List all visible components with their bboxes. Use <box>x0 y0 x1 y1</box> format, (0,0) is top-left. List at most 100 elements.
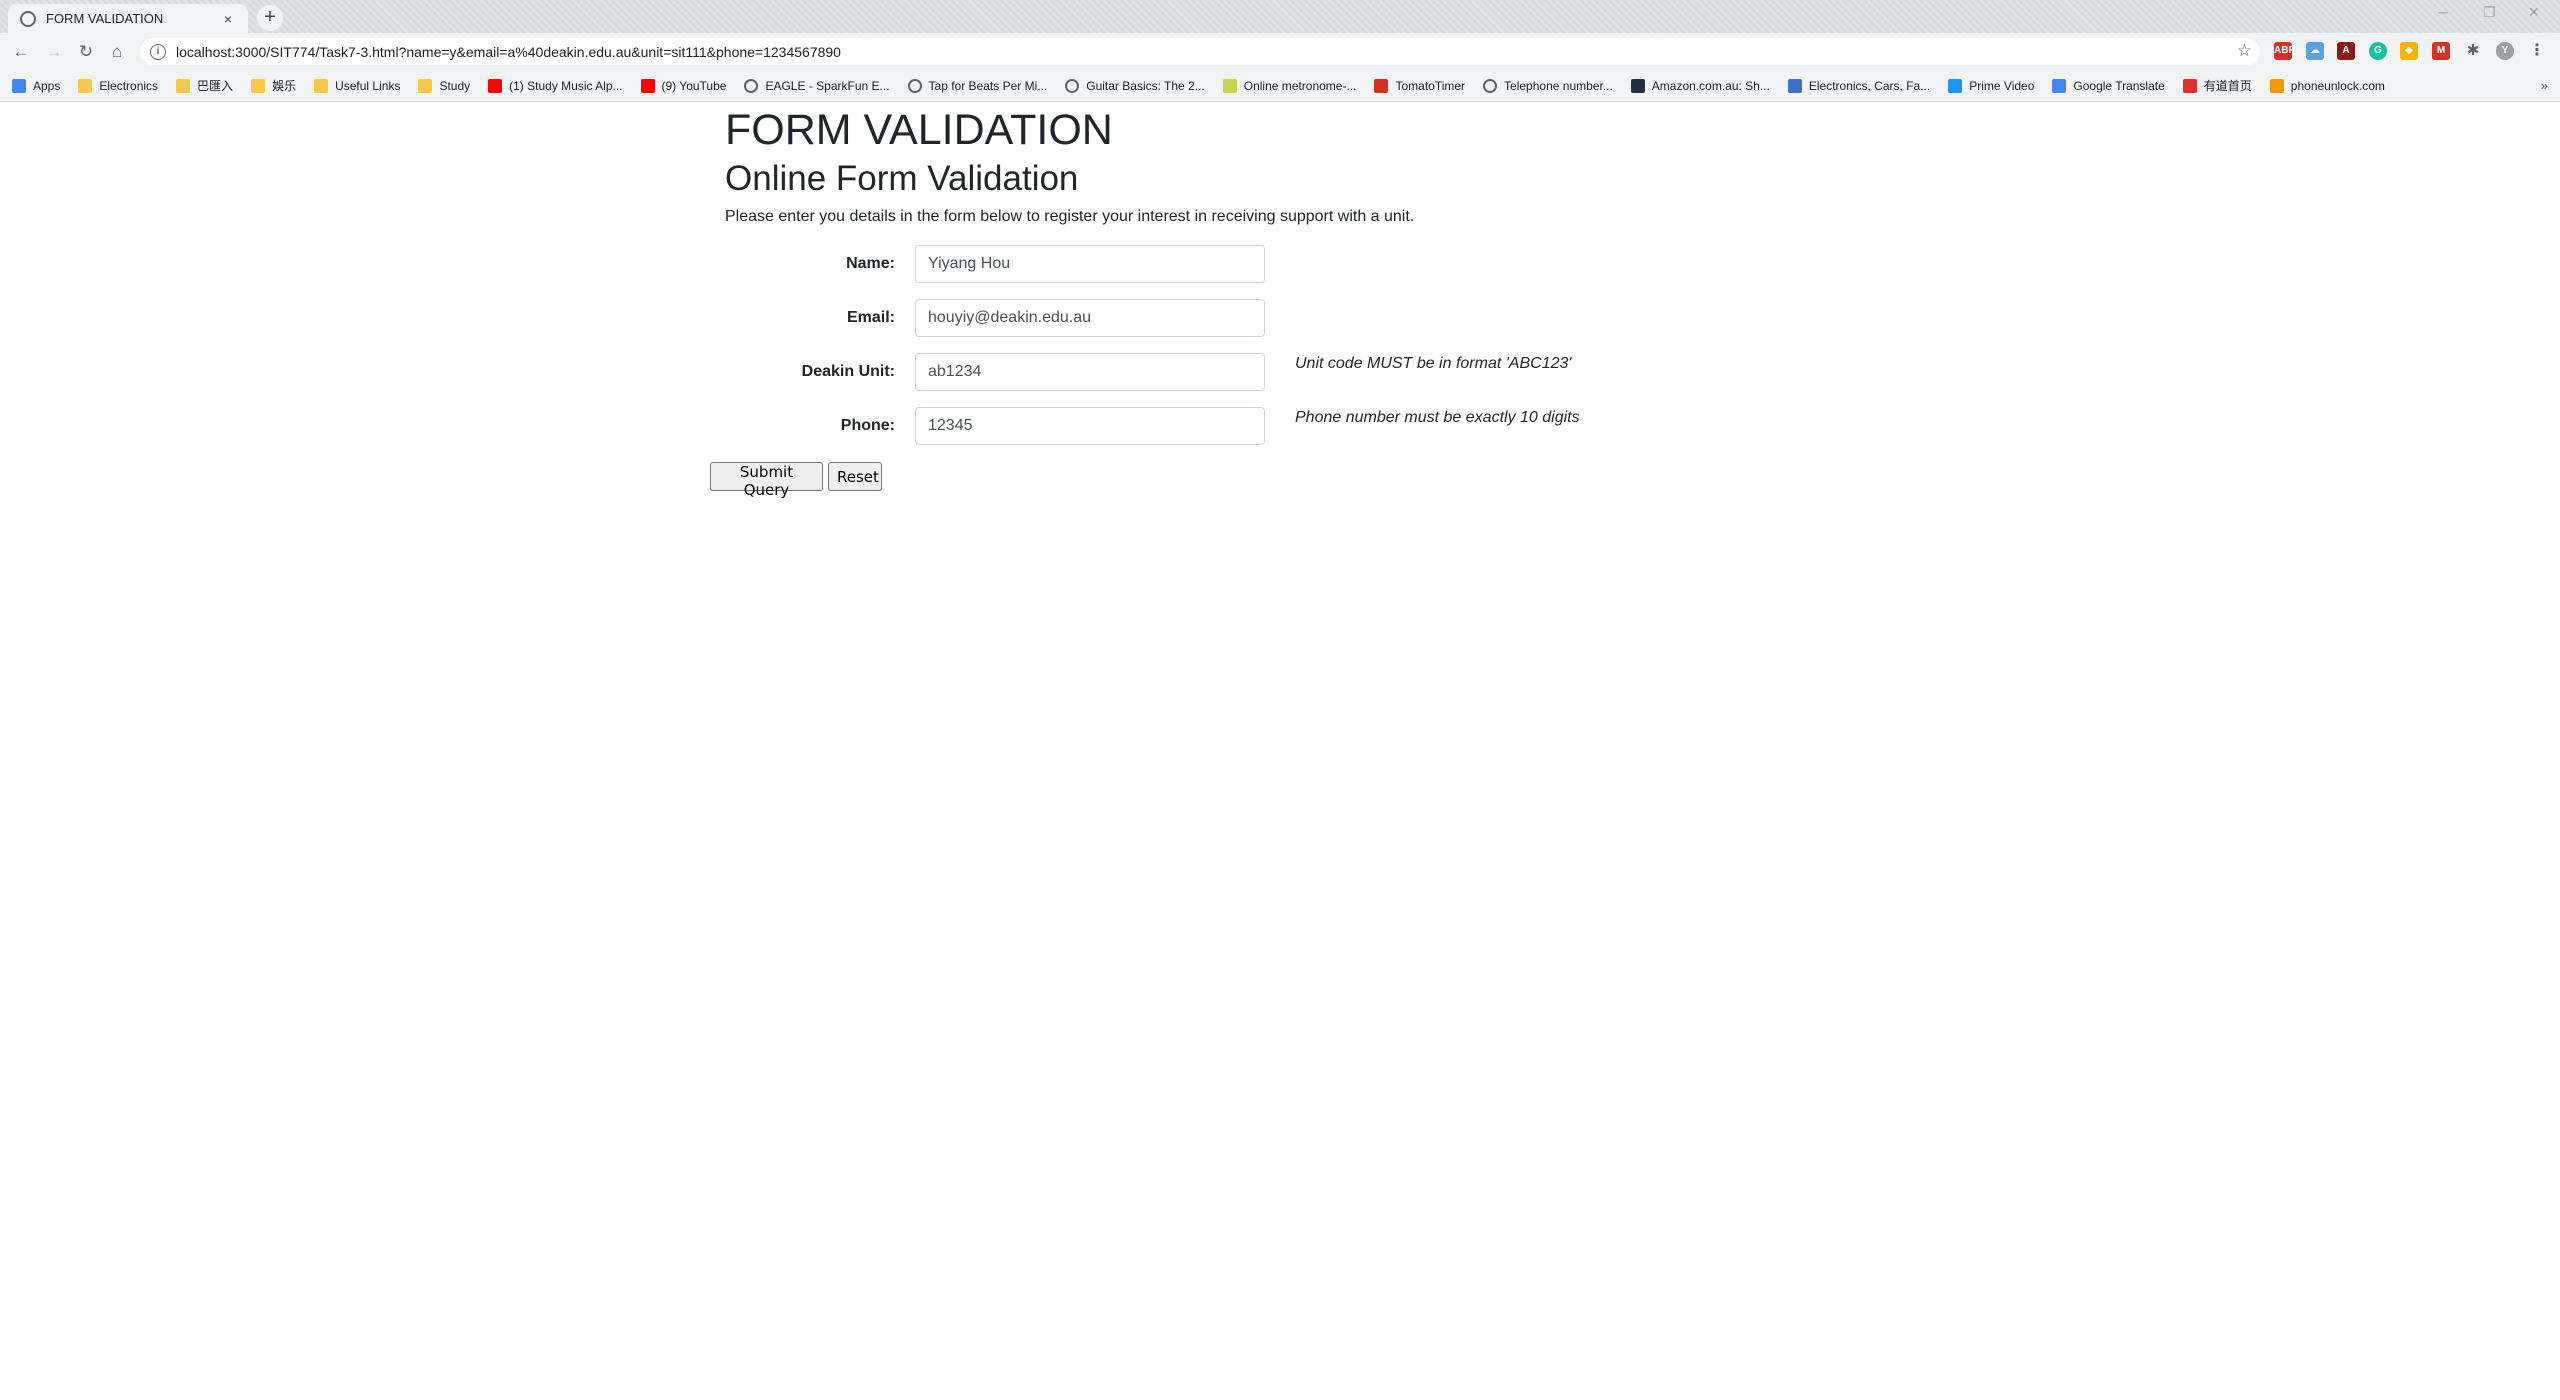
bookmark-item[interactable]: Apps <box>12 78 61 93</box>
unit-validation-hint: Unit code MUST be in format 'ABC123' <box>1295 355 1572 372</box>
youtube-icon <box>488 78 503 93</box>
bookmark-item[interactable]: (9) YouTube <box>640 78 727 93</box>
url-text[interactable]: localhost:3000/SIT774/Task7-3.html?name=… <box>176 44 841 60</box>
translate-icon <box>2052 78 2067 93</box>
bookmarks-overflow-icon[interactable]: » <box>2541 78 2548 93</box>
pdf-icon[interactable]: A <box>2337 42 2355 60</box>
globe-icon <box>1483 78 1498 93</box>
email-row: Email: <box>725 299 1825 339</box>
apps-grid-icon <box>12 78 26 93</box>
minimize-icon[interactable]: ─ <box>2438 4 2448 20</box>
tomato-icon <box>1374 78 1389 93</box>
bookmark-item[interactable]: Study <box>418 78 471 93</box>
globe-icon <box>1065 78 1080 93</box>
youdao-icon <box>2182 78 2197 93</box>
phone-label: Phone: <box>840 417 895 434</box>
submit-button[interactable]: Submit Query <box>710 462 823 499</box>
folder-icon <box>251 78 266 93</box>
bookmark-label: Google Translate <box>2073 78 2165 93</box>
page-title: FORM VALIDATION <box>725 106 1113 154</box>
bookmark-label: Amazon.com.au: Sh... <box>1651 78 1770 93</box>
bookmark-item[interactable]: (1) Study Music Alp... <box>488 78 623 93</box>
bookmark-item[interactable]: Tap for Beats Per Mi... <box>907 78 1047 93</box>
metronome-icon <box>1222 78 1237 93</box>
reload-icon[interactable]: ↻ <box>75 41 97 63</box>
bookmark-item[interactable]: Amazon.com.au: Sh... <box>1630 78 1770 93</box>
page-subtitle: Online Form Validation <box>725 159 1079 198</box>
address-bar[interactable]: i localhost:3000/SIT774/Task7-3.html?nam… <box>140 38 2260 65</box>
name-input[interactable] <box>915 245 1265 283</box>
bookmark-label: Useful Links <box>335 78 401 93</box>
prime-video-icon <box>1948 78 1963 93</box>
bookmark-item[interactable]: Google Translate <box>2052 78 2165 93</box>
mail-extension-icon[interactable]: M <box>2432 42 2450 60</box>
puzzle-icon[interactable]: ✱ <box>2464 42 2482 60</box>
shield-icon[interactable]: ◆ <box>2400 42 2418 60</box>
restore-icon[interactable]: ❐ <box>2483 4 2496 21</box>
adblock-icon[interactable]: ABP <box>2274 42 2295 60</box>
bookmark-item[interactable]: Guitar Basics: The 2... <box>1065 78 1205 93</box>
reset-button[interactable]: Reset <box>828 462 882 491</box>
bookmark-item[interactable]: Prime Video <box>1948 78 2035 93</box>
grammarly-icon[interactable]: G <box>2369 42 2387 60</box>
site-info-icon[interactable]: i <box>150 43 166 60</box>
bookmark-label: (1) Study Music Alp... <box>509 78 623 93</box>
globe-icon <box>744 78 759 93</box>
bookmark-label: phoneunlock.com <box>2290 78 2385 93</box>
bookmark-label: Guitar Basics: The 2... <box>1086 78 1205 93</box>
bookmark-label: Study <box>439 78 471 93</box>
unit-label: Deakin Unit: <box>801 363 895 380</box>
bookmark-item[interactable]: EAGLE - SparkFun E... <box>744 78 890 93</box>
bookmark-label: (9) YouTube <box>661 78 727 93</box>
bookmark-label: Electronics, Cars, Fa... <box>1808 78 1931 93</box>
bookmark-item[interactable]: 娛乐 <box>251 77 296 94</box>
profile-avatar[interactable]: Y <box>2496 42 2514 60</box>
bookmark-item[interactable]: phoneunlock.com <box>2269 78 2385 93</box>
bookmark-item[interactable]: Online metronome-... <box>1222 78 1357 93</box>
tab-strip: FORM VALIDATION × + ─ ❐ ✕ <box>0 0 2560 33</box>
name-row: Name: <box>725 245 1825 285</box>
bookmark-item[interactable]: Telephone number... <box>1483 78 1613 93</box>
bookmark-label: Apps <box>33 78 61 93</box>
bookmarks-bar: Apps Electronics 巴匯入 娛乐 Useful Links Study (1)… <box>0 70 2560 102</box>
bookmark-item[interactable]: Useful Links <box>314 78 401 93</box>
bookmark-item[interactable]: 有道首页 <box>2182 77 2252 94</box>
bookmark-item[interactable]: Electronics, Cars, Fa... <box>1787 78 1931 93</box>
youtube-icon <box>640 78 655 93</box>
browser-tab[interactable]: FORM VALIDATION × <box>8 4 248 33</box>
phoneunlock-icon <box>2269 78 2284 93</box>
phone-validation-hint: Phone number must be exactly 10 digits <box>1295 409 1580 426</box>
bookmark-label: Prime Video <box>1969 78 2035 93</box>
new-tab-button[interactable]: + <box>257 5 283 31</box>
bookmark-label: Electronics <box>99 78 159 93</box>
browser-toolbar: ← → ↻ ⌂ i localhost:3000/SIT774/Task7-3.… <box>0 33 2560 70</box>
ebay-icon <box>1787 78 1802 93</box>
folder-icon <box>176 78 191 93</box>
menu-kebab-icon[interactable]: ⋮ <box>2528 42 2546 60</box>
globe-icon <box>20 10 36 27</box>
bookmark-label: Online metronome-... <box>1243 78 1357 93</box>
unit-input[interactable] <box>915 353 1265 391</box>
bookmark-label: EAGLE - SparkFun E... <box>765 78 890 93</box>
bookmark-item[interactable]: 巴匯入 <box>176 77 233 94</box>
forward-icon[interactable]: → <box>43 41 65 63</box>
globe-icon <box>907 78 922 93</box>
name-label: Name: <box>846 255 895 272</box>
phone-input[interactable] <box>915 407 1265 445</box>
email-label: Email: <box>846 309 895 326</box>
bookmark-star-icon[interactable]: ☆ <box>2237 41 2252 61</box>
phone-row: Phone: Phone number must be exactly 10 d… <box>725 407 1825 447</box>
bookmark-item[interactable]: Electronics <box>78 78 159 93</box>
home-icon[interactable]: ⌂ <box>106 41 128 63</box>
window-close-icon[interactable]: ✕ <box>2528 4 2540 21</box>
cloud-icon[interactable]: ☁ <box>2306 42 2324 60</box>
folder-icon <box>418 78 433 93</box>
bookmark-label: TomatoTimer <box>1395 78 1466 93</box>
close-tab-icon[interactable]: × <box>218 9 238 29</box>
bookmark-label: 有道首页 <box>2203 79 2252 93</box>
folder-icon <box>314 78 329 93</box>
bookmark-label: 巴匯入 <box>197 79 234 93</box>
bookmark-item[interactable]: TomatoTimer <box>1374 78 1466 93</box>
email-input[interactable] <box>915 299 1265 337</box>
back-icon[interactable]: ← <box>10 41 32 63</box>
